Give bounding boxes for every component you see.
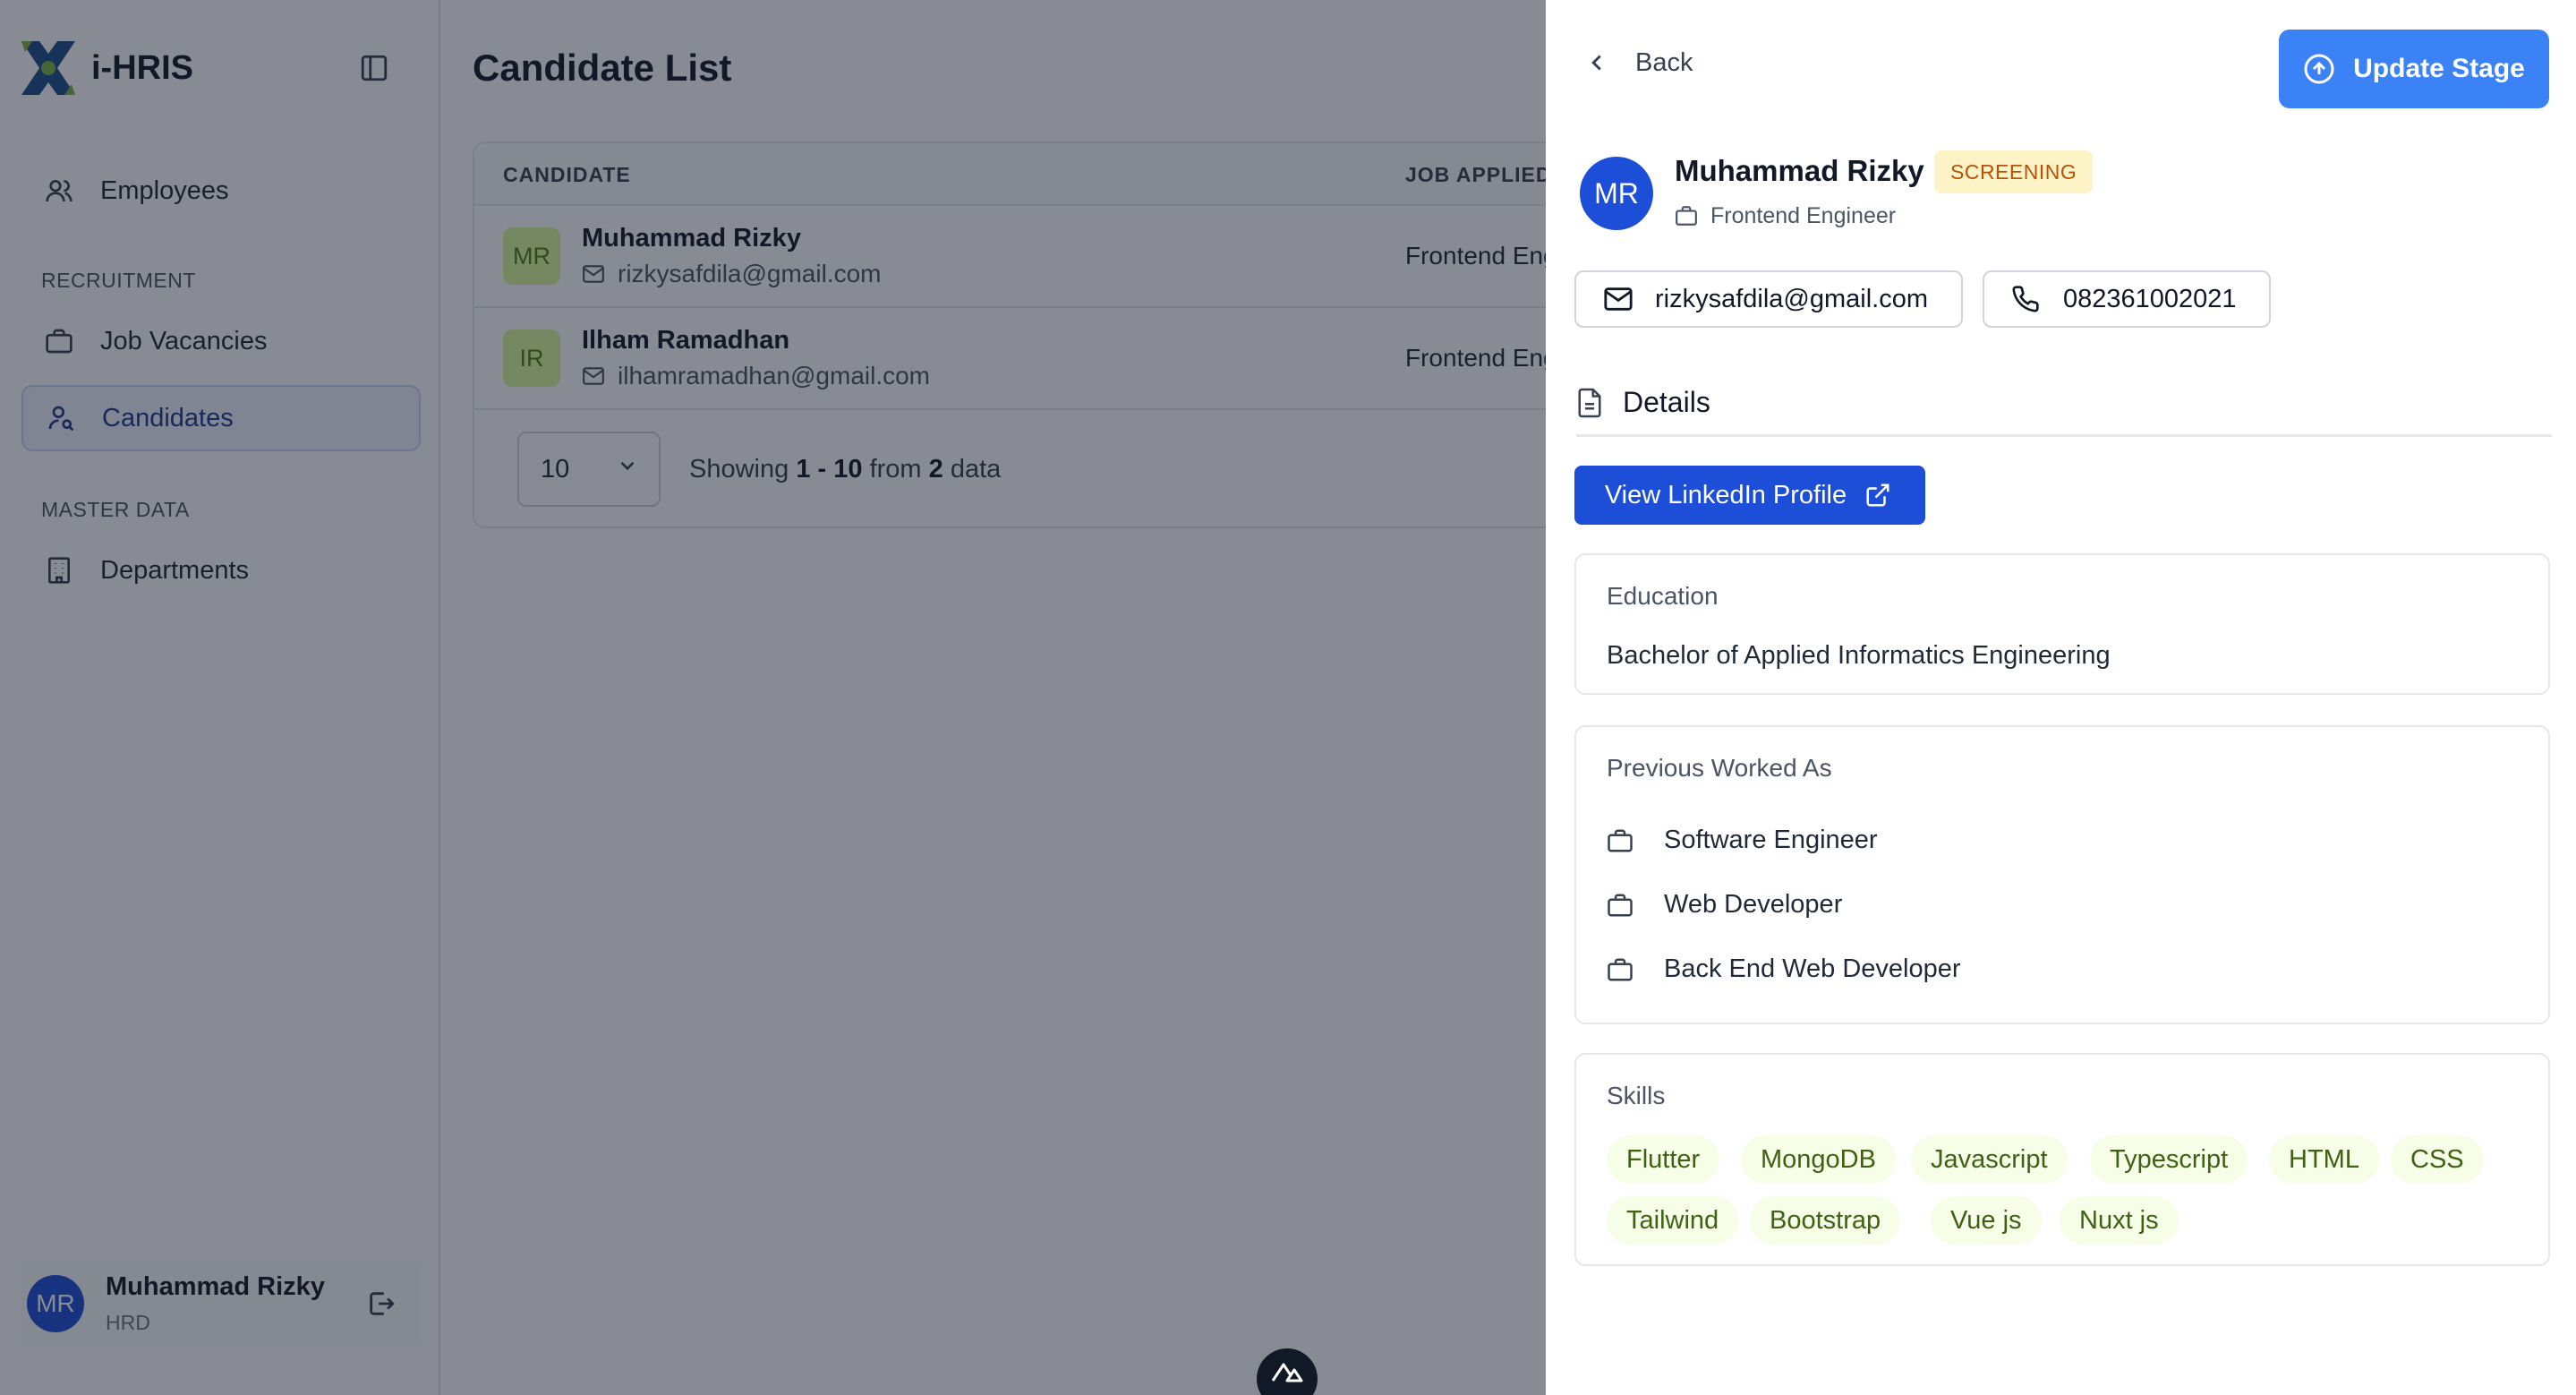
skill-tag: Javascript bbox=[1911, 1135, 2068, 1184]
list-item: Software Engineer bbox=[1607, 826, 1878, 855]
candidate-name: Muhammad Rizky bbox=[1675, 154, 1924, 187]
skill-tag: CSS bbox=[2391, 1135, 2484, 1184]
update-stage-button[interactable]: Update Stage bbox=[2279, 30, 2549, 108]
list-item: Back End Web Developer bbox=[1607, 954, 1961, 984]
skill-tag: Typescript bbox=[2090, 1135, 2248, 1184]
details-title: Details bbox=[1623, 386, 1710, 418]
avatar: MR bbox=[1580, 157, 1653, 230]
previous-work-card: Previous Worked As Software Engineer Web… bbox=[1574, 725, 2550, 1024]
education-card: Education Bachelor of Applied Informatic… bbox=[1574, 553, 2550, 695]
briefcase-icon bbox=[1607, 955, 1635, 984]
document-icon bbox=[1576, 386, 1607, 420]
previous-work-label: Previous Worked As bbox=[1607, 754, 1832, 782]
modal-overlay[interactable] bbox=[0, 0, 1546, 1395]
previous-role: Software Engineer bbox=[1664, 826, 1878, 854]
skill-tag: Vue js bbox=[1931, 1196, 2042, 1245]
phone-text: 082361002021 bbox=[2063, 284, 2237, 313]
linkedin-label: View LinkedIn Profile bbox=[1604, 480, 1847, 509]
update-stage-label: Update Stage bbox=[2353, 54, 2525, 83]
linkedin-button[interactable]: View LinkedIn Profile bbox=[1574, 466, 1925, 525]
back-button[interactable]: Back bbox=[1583, 47, 1693, 79]
education-label: Education bbox=[1607, 582, 1719, 610]
skill-tag: Flutter bbox=[1607, 1135, 1720, 1184]
candidate-role: Frontend Engineer bbox=[1675, 202, 1896, 229]
skill-tag: Bootstrap bbox=[1750, 1196, 1901, 1245]
briefcase-icon bbox=[1607, 891, 1635, 920]
skills-card: Skills Flutter MongoDB Javascript Typesc… bbox=[1574, 1053, 2550, 1266]
email-text: rizkysafdila@gmail.com bbox=[1655, 284, 1929, 313]
skills-label: Skills bbox=[1607, 1082, 1666, 1109]
skill-tag: HTML bbox=[2269, 1135, 2379, 1184]
status-badge: SCREENING bbox=[1934, 150, 2094, 193]
skill-tag: MongoDB bbox=[1741, 1135, 1896, 1184]
skill-tag: Nuxt js bbox=[2060, 1196, 2179, 1245]
external-link-icon bbox=[1864, 480, 1895, 510]
candidate-role-text: Frontend Engineer bbox=[1710, 202, 1897, 228]
arrow-up-circle-icon bbox=[2303, 52, 2337, 86]
list-item: Web Developer bbox=[1607, 890, 1842, 920]
phone-icon bbox=[2011, 283, 2043, 315]
skill-tag: Tailwind bbox=[1607, 1196, 1739, 1245]
details-header: Details bbox=[1576, 383, 2552, 437]
previous-role: Web Developer bbox=[1664, 890, 1843, 919]
phone-chip[interactable]: 082361002021 bbox=[1983, 270, 2271, 328]
email-chip[interactable]: rizkysafdila@gmail.com bbox=[1574, 270, 1963, 328]
candidate-detail-drawer: Back Update Stage MR Muhammad Rizky SCRE… bbox=[1546, 0, 2576, 1395]
mail-icon bbox=[1603, 283, 1635, 315]
briefcase-icon bbox=[1607, 826, 1635, 855]
back-label: Back bbox=[1635, 47, 1693, 77]
education-value: Bachelor of Applied Informatics Engineer… bbox=[1607, 641, 2111, 670]
briefcase-icon bbox=[1675, 202, 1702, 229]
chevron-left-icon bbox=[1583, 47, 1616, 79]
previous-role: Back End Web Developer bbox=[1664, 954, 1961, 983]
